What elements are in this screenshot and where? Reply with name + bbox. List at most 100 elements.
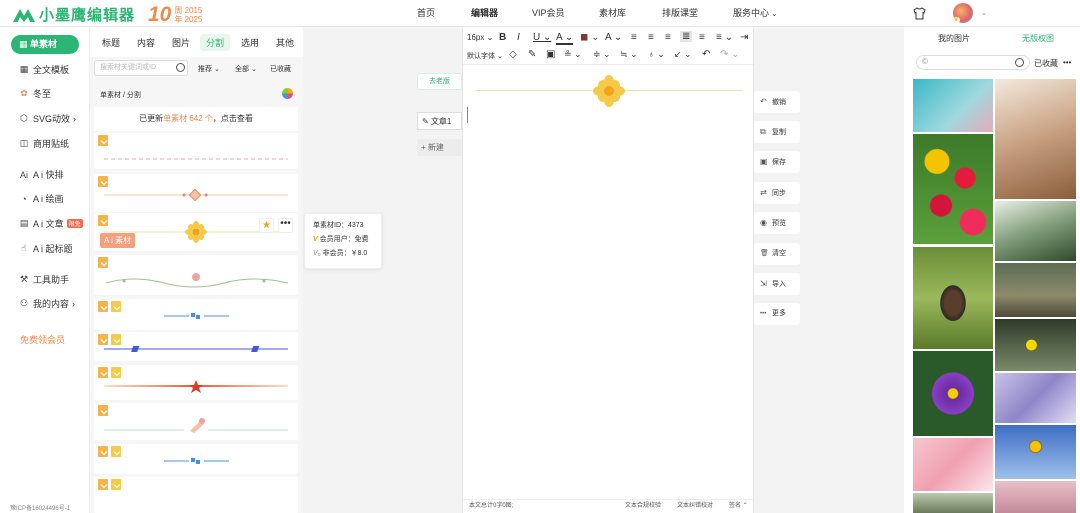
sidebar-item-ai-paint[interactable]: ◔ A i 绘画 [19,192,63,205]
image-search-input[interactable]: © [916,55,1030,70]
sidebar-item-svg[interactable]: ⬡ SVG动效 › [19,112,76,125]
icp-text[interactable]: 豫ICP备16024496号-1 [10,503,70,512]
nav-library[interactable]: 素材库 [599,0,626,27]
free-vip-link[interactable]: 免费领会员 [20,333,65,346]
import-button[interactable]: ⇲ 导入 [754,273,800,295]
background-color-icon[interactable]: ◼ ⌄ [580,32,599,43]
font-family-select[interactable]: 默认字体 ⌄ [467,51,503,61]
copy-button[interactable]: ⧉ 复制 [754,121,800,143]
line-spacing-icon[interactable]: ≗ ⌄ [564,49,582,60]
photo-thumbnail[interactable] [995,373,1076,423]
collected-filter[interactable]: 已收藏 [1034,58,1058,69]
filter-collected[interactable]: 已收藏 [270,64,291,74]
italic-icon[interactable]: I [517,32,520,43]
indent-icon[interactable]: ≡ [699,32,705,43]
nav-service[interactable]: 服务中心 ⌄ [733,0,777,27]
image-icon[interactable]: ▣ [546,49,555,60]
search-icon[interactable] [176,63,185,72]
material-card[interactable] [94,444,298,474]
font-color-icon[interactable]: A ⌄ [556,32,574,45]
link-icon[interactable]: ↙ ⌄ [674,49,692,60]
nav-editor[interactable]: 编辑器 [471,0,498,27]
photo-thumbnail[interactable] [913,351,993,436]
tab-content[interactable]: 内容 [137,36,155,49]
align-right-icon[interactable]: ≡ [665,32,671,43]
material-search-input[interactable]: 搜索材关键词或ID [94,60,188,76]
document-tab[interactable]: ✎ 文章1 [417,112,462,130]
tab-image[interactable]: 图片 [172,36,190,49]
photo-thumbnail[interactable] [913,79,993,132]
tab-other[interactable]: 其他 [276,36,294,49]
palette-icon[interactable] [282,88,293,99]
filter-all[interactable]: 全部 ⌄ [235,64,257,74]
more-icon[interactable]: ••• [278,218,293,233]
tab-divider[interactable]: 分割 [200,34,231,51]
clear-format-icon[interactable]: A ⌄ [605,32,622,43]
undo-icon[interactable]: ↶ [702,49,710,60]
material-card[interactable] [94,255,298,295]
sidebar-item-winter-solstice[interactable]: ✿ 冬至 [19,87,51,100]
tab-free-images[interactable]: 无版权图 [1022,33,1054,44]
tab-selected[interactable]: 选用 [241,36,259,49]
underline-icon[interactable]: U ⌄ [533,32,551,43]
bold-icon[interactable]: B [499,32,506,43]
old-version-button[interactable]: 去老版 [417,73,462,90]
align-center-icon[interactable]: ≡ [648,32,654,43]
tab-my-images[interactable]: 我的图片 [938,33,970,44]
sidebar-item-ai-layout[interactable]: Ai A i 快排 [19,168,64,181]
material-card[interactable] [94,299,298,330]
font-size-select[interactable]: 16px ⌄ [467,33,493,42]
signature-button[interactable]: 签名 ⌃ [729,500,748,513]
sidebar-item-ai-article[interactable]: ▤ A i 文章 限免 [19,217,83,230]
photo-thumbnail[interactable] [995,425,1076,479]
align-left-icon[interactable]: ≡ [631,32,637,43]
nav-home[interactable]: 首页 [417,0,435,27]
search-icon[interactable] [1015,58,1024,67]
sync-button[interactable]: ⇄ 同步 [754,182,800,204]
tab-title[interactable]: 标题 [102,36,120,49]
more-icon[interactable]: ••• [1063,58,1071,67]
filter-recommend[interactable]: 推荐 ⌄ [198,64,220,74]
preview-button[interactable]: ◉ 预览 [754,212,800,234]
proofread-button[interactable]: 文本纠错校对 [677,500,713,513]
material-card[interactable] [94,174,298,212]
chevron-down-icon[interactable]: ⌄ [981,9,987,17]
material-card[interactable] [94,403,298,440]
update-notice[interactable]: 已更新单素材 642 个，点击查看 [94,107,298,131]
photo-thumbnail[interactable] [913,438,993,491]
photo-thumbnail[interactable] [913,134,993,244]
photo-thumbnail[interactable] [995,319,1076,371]
nav-course[interactable]: 排版课堂 [662,0,698,27]
new-document-button[interactable]: + 新建 [417,139,462,156]
list-icon[interactable]: ≡ ⌄ [716,32,733,43]
clear-button[interactable]: 🗑 清空 [754,243,800,265]
sidebar-item-stickers[interactable]: ◫ 商用贴纸 [19,137,69,150]
brush-icon[interactable]: ✎ [528,49,536,60]
material-card[interactable] [94,477,298,513]
tshirt-icon[interactable] [913,7,926,20]
undo-button[interactable]: ↶ 撤销 [754,91,800,113]
more-button[interactable]: ••• 更多 [754,303,800,325]
photo-thumbnail[interactable] [995,79,1076,199]
favorite-star-icon[interactable]: ★ [259,218,274,233]
editor-canvas[interactable]: 16px ⌄ B I U ⌄ A ⌄ ◼ ⌄ A ⌄ ≡ ≡ ≡ ≣ ≡ ≡ ⌄… [462,27,755,513]
photo-thumbnail[interactable] [995,201,1076,261]
sidebar-item-templates[interactable]: ▦ 全文模板 [19,63,69,76]
letter-spacing-icon[interactable]: ≒ ⌄ [620,49,638,60]
material-card[interactable] [94,365,298,400]
paragraph-spacing-icon[interactable]: ≑ ⌄ [593,49,611,60]
material-card[interactable] [94,332,298,361]
redo-icon[interactable]: ↷ ⌄ [720,49,740,60]
sidebar-item-tools[interactable]: ⚒ 工具助手 [19,273,69,286]
photo-thumbnail[interactable] [913,493,993,513]
nav-vip[interactable]: VIP会员 [532,0,565,27]
bulb-icon[interactable]: ♁ ⌄ [648,49,665,60]
photo-thumbnail[interactable] [995,263,1076,317]
logo[interactable]: 小墨鹰编辑器 [12,4,135,25]
material-card[interactable]: ~ [94,133,298,169]
outdent-icon[interactable]: ⇥ [740,32,748,43]
photo-thumbnail[interactable] [913,247,993,349]
sidebar-item-ai-title[interactable]: ☝ A i 起标题 [19,242,72,255]
compliance-check-button[interactable]: 文本合规校验 [625,500,661,513]
eraser-icon[interactable]: ◇ [509,49,517,60]
